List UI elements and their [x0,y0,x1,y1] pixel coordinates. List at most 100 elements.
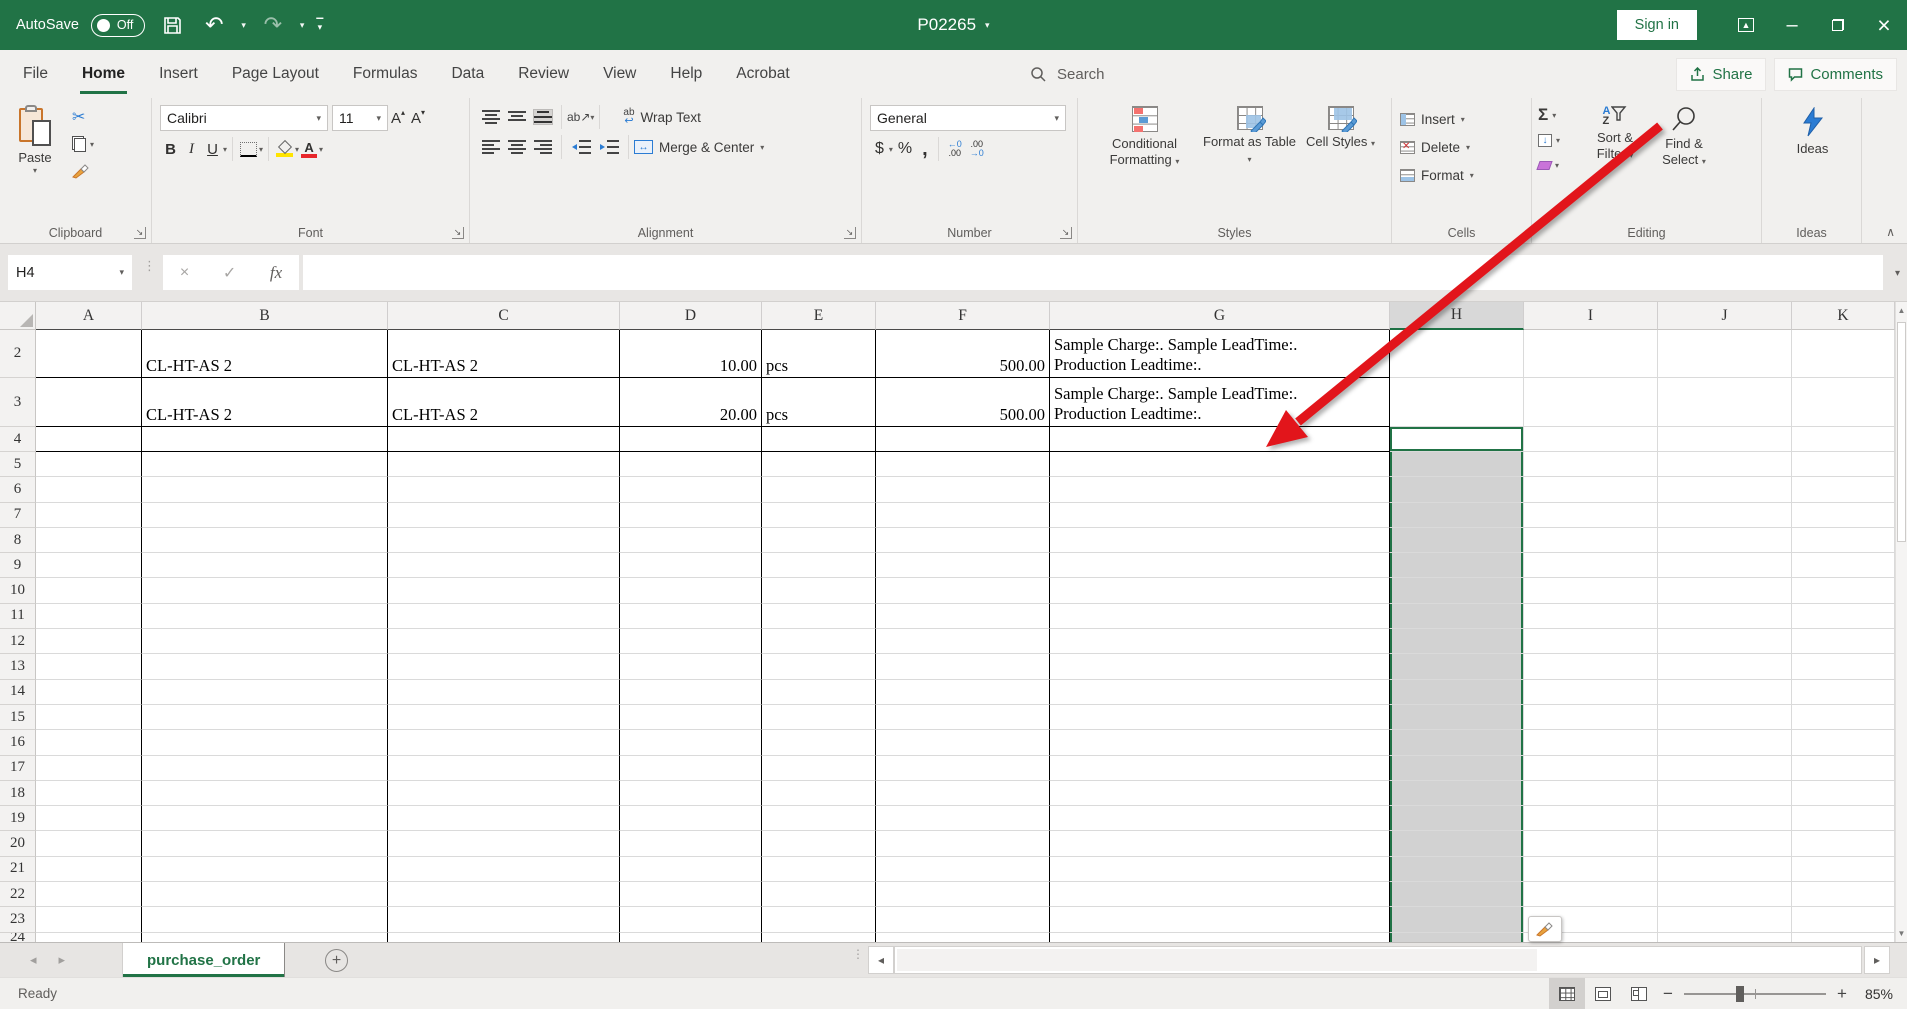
cell-G22[interactable] [1050,882,1390,907]
zoom-slider[interactable] [1684,993,1826,995]
cell-A19[interactable] [36,806,142,831]
cell-A11[interactable] [36,604,142,629]
cell-K12[interactable] [1792,629,1895,654]
insert-cells-button[interactable]: Insert ▾ [1400,105,1523,133]
middle-align-button[interactable] [508,110,526,124]
cell-K23[interactable] [1792,907,1895,932]
cell-B18[interactable] [142,781,388,806]
font-color-chevron-icon[interactable]: ▾ [319,145,323,154]
cell-G8[interactable] [1050,528,1390,553]
cell-F20[interactable] [876,831,1050,856]
cell-B7[interactable] [142,503,388,528]
cell-D24[interactable] [620,933,762,942]
cell-G14[interactable] [1050,680,1390,705]
tab-review[interactable]: Review [501,50,586,98]
font-name-select[interactable]: Calibri ▾ [160,105,328,131]
save-button[interactable] [157,10,187,40]
bold-button[interactable]: B [160,141,181,158]
close-button[interactable]: × [1861,0,1907,50]
cell-styles-chevron-icon[interactable]: ▾ [1371,139,1375,148]
row-header-8[interactable]: 8 [0,528,36,553]
cell-I18[interactable] [1524,781,1658,806]
cell-J11[interactable] [1658,604,1792,629]
search-input[interactable]: Search [1030,50,1105,98]
cell-D9[interactable] [620,553,762,578]
cell-F10[interactable] [876,578,1050,603]
cell-C21[interactable] [388,857,620,882]
decrease-indent-button[interactable] [571,140,591,154]
cell-B12[interactable] [142,629,388,654]
merge-center-chevron-icon[interactable]: ▾ [760,143,764,152]
tab-acrobat[interactable]: Acrobat [719,50,806,98]
cell-B17[interactable] [142,756,388,781]
font-name-chevron-icon[interactable]: ▾ [316,113,321,124]
cell-E4[interactable] [762,427,876,452]
cell-I6[interactable] [1524,477,1658,502]
row-header-9[interactable]: 9 [0,553,36,578]
cell-A6[interactable] [36,477,142,502]
cell-E9[interactable] [762,553,876,578]
cell-I5[interactable] [1524,452,1658,477]
cell-H23[interactable] [1390,907,1524,932]
cell-K16[interactable] [1792,730,1895,755]
cell-H14[interactable] [1390,680,1524,705]
cell-K18[interactable] [1792,781,1895,806]
ideas-button[interactable]: Ideas [1769,103,1857,157]
cell-I2[interactable] [1524,330,1658,378]
cell-K24[interactable] [1792,933,1895,942]
cell-C5[interactable] [388,452,620,477]
cell-B10[interactable] [142,578,388,603]
cell-D10[interactable] [620,578,762,603]
row-header-13[interactable]: 13 [0,654,36,679]
cell-E23[interactable] [762,907,876,932]
cell-B6[interactable] [142,477,388,502]
cell-E21[interactable] [762,857,876,882]
cell-J16[interactable] [1658,730,1792,755]
row-header-24[interactable]: 24 [0,933,36,942]
tab-file[interactable]: File [6,50,65,98]
row-header-4[interactable]: 4 [0,427,36,452]
cell-C22[interactable] [388,882,620,907]
cell-J23[interactable] [1658,907,1792,932]
cell-F4[interactable] [876,427,1050,452]
cell-K8[interactable] [1792,528,1895,553]
cell-G7[interactable] [1050,503,1390,528]
cell-F23[interactable] [876,907,1050,932]
fill-color-button[interactable] [276,142,293,157]
font-size-select[interactable]: 11 ▾ [332,105,388,131]
cell-A9[interactable] [36,553,142,578]
cell-A2[interactable] [36,330,142,378]
cell-I19[interactable] [1524,806,1658,831]
zoom-level[interactable]: 85% [1853,986,1901,1002]
cell-A22[interactable] [36,882,142,907]
row-header-10[interactable]: 10 [0,578,36,603]
alignment-dialog-launcher[interactable]: ↘ [844,227,856,239]
cell-C7[interactable] [388,503,620,528]
cell-G18[interactable] [1050,781,1390,806]
delete-cells-button[interactable]: Delete ▾ [1400,133,1523,161]
conditional-formatting-button[interactable]: Conditional Formatting ▾ [1091,103,1199,170]
cell-H16[interactable] [1390,730,1524,755]
cell-B21[interactable] [142,857,388,882]
cell-J20[interactable] [1658,831,1792,856]
cell-I8[interactable] [1524,528,1658,553]
cell-C16[interactable] [388,730,620,755]
cell-C23[interactable] [388,907,620,932]
cell-C12[interactable] [388,629,620,654]
cell-A24[interactable] [36,933,142,942]
number-dialog-launcher[interactable]: ↘ [1060,227,1072,239]
cell-H2[interactable] [1390,330,1524,378]
comma-style-button[interactable]: , [922,138,928,161]
scroll-left-arrow-icon[interactable]: ◂ [868,946,894,974]
cell-A5[interactable] [36,452,142,477]
cell-D8[interactable] [620,528,762,553]
copy-chevron-icon[interactable]: ▾ [90,140,94,149]
cell-K4[interactable] [1792,427,1895,452]
cell-B19[interactable] [142,806,388,831]
fill-color-chevron-icon[interactable]: ▾ [295,145,299,154]
row-header-15[interactable]: 15 [0,705,36,730]
cell-K9[interactable] [1792,553,1895,578]
cell-C17[interactable] [388,756,620,781]
underline-chevron-icon[interactable]: ▾ [223,145,227,154]
quick-access-customize-button[interactable]: ▔▾ [316,21,323,29]
